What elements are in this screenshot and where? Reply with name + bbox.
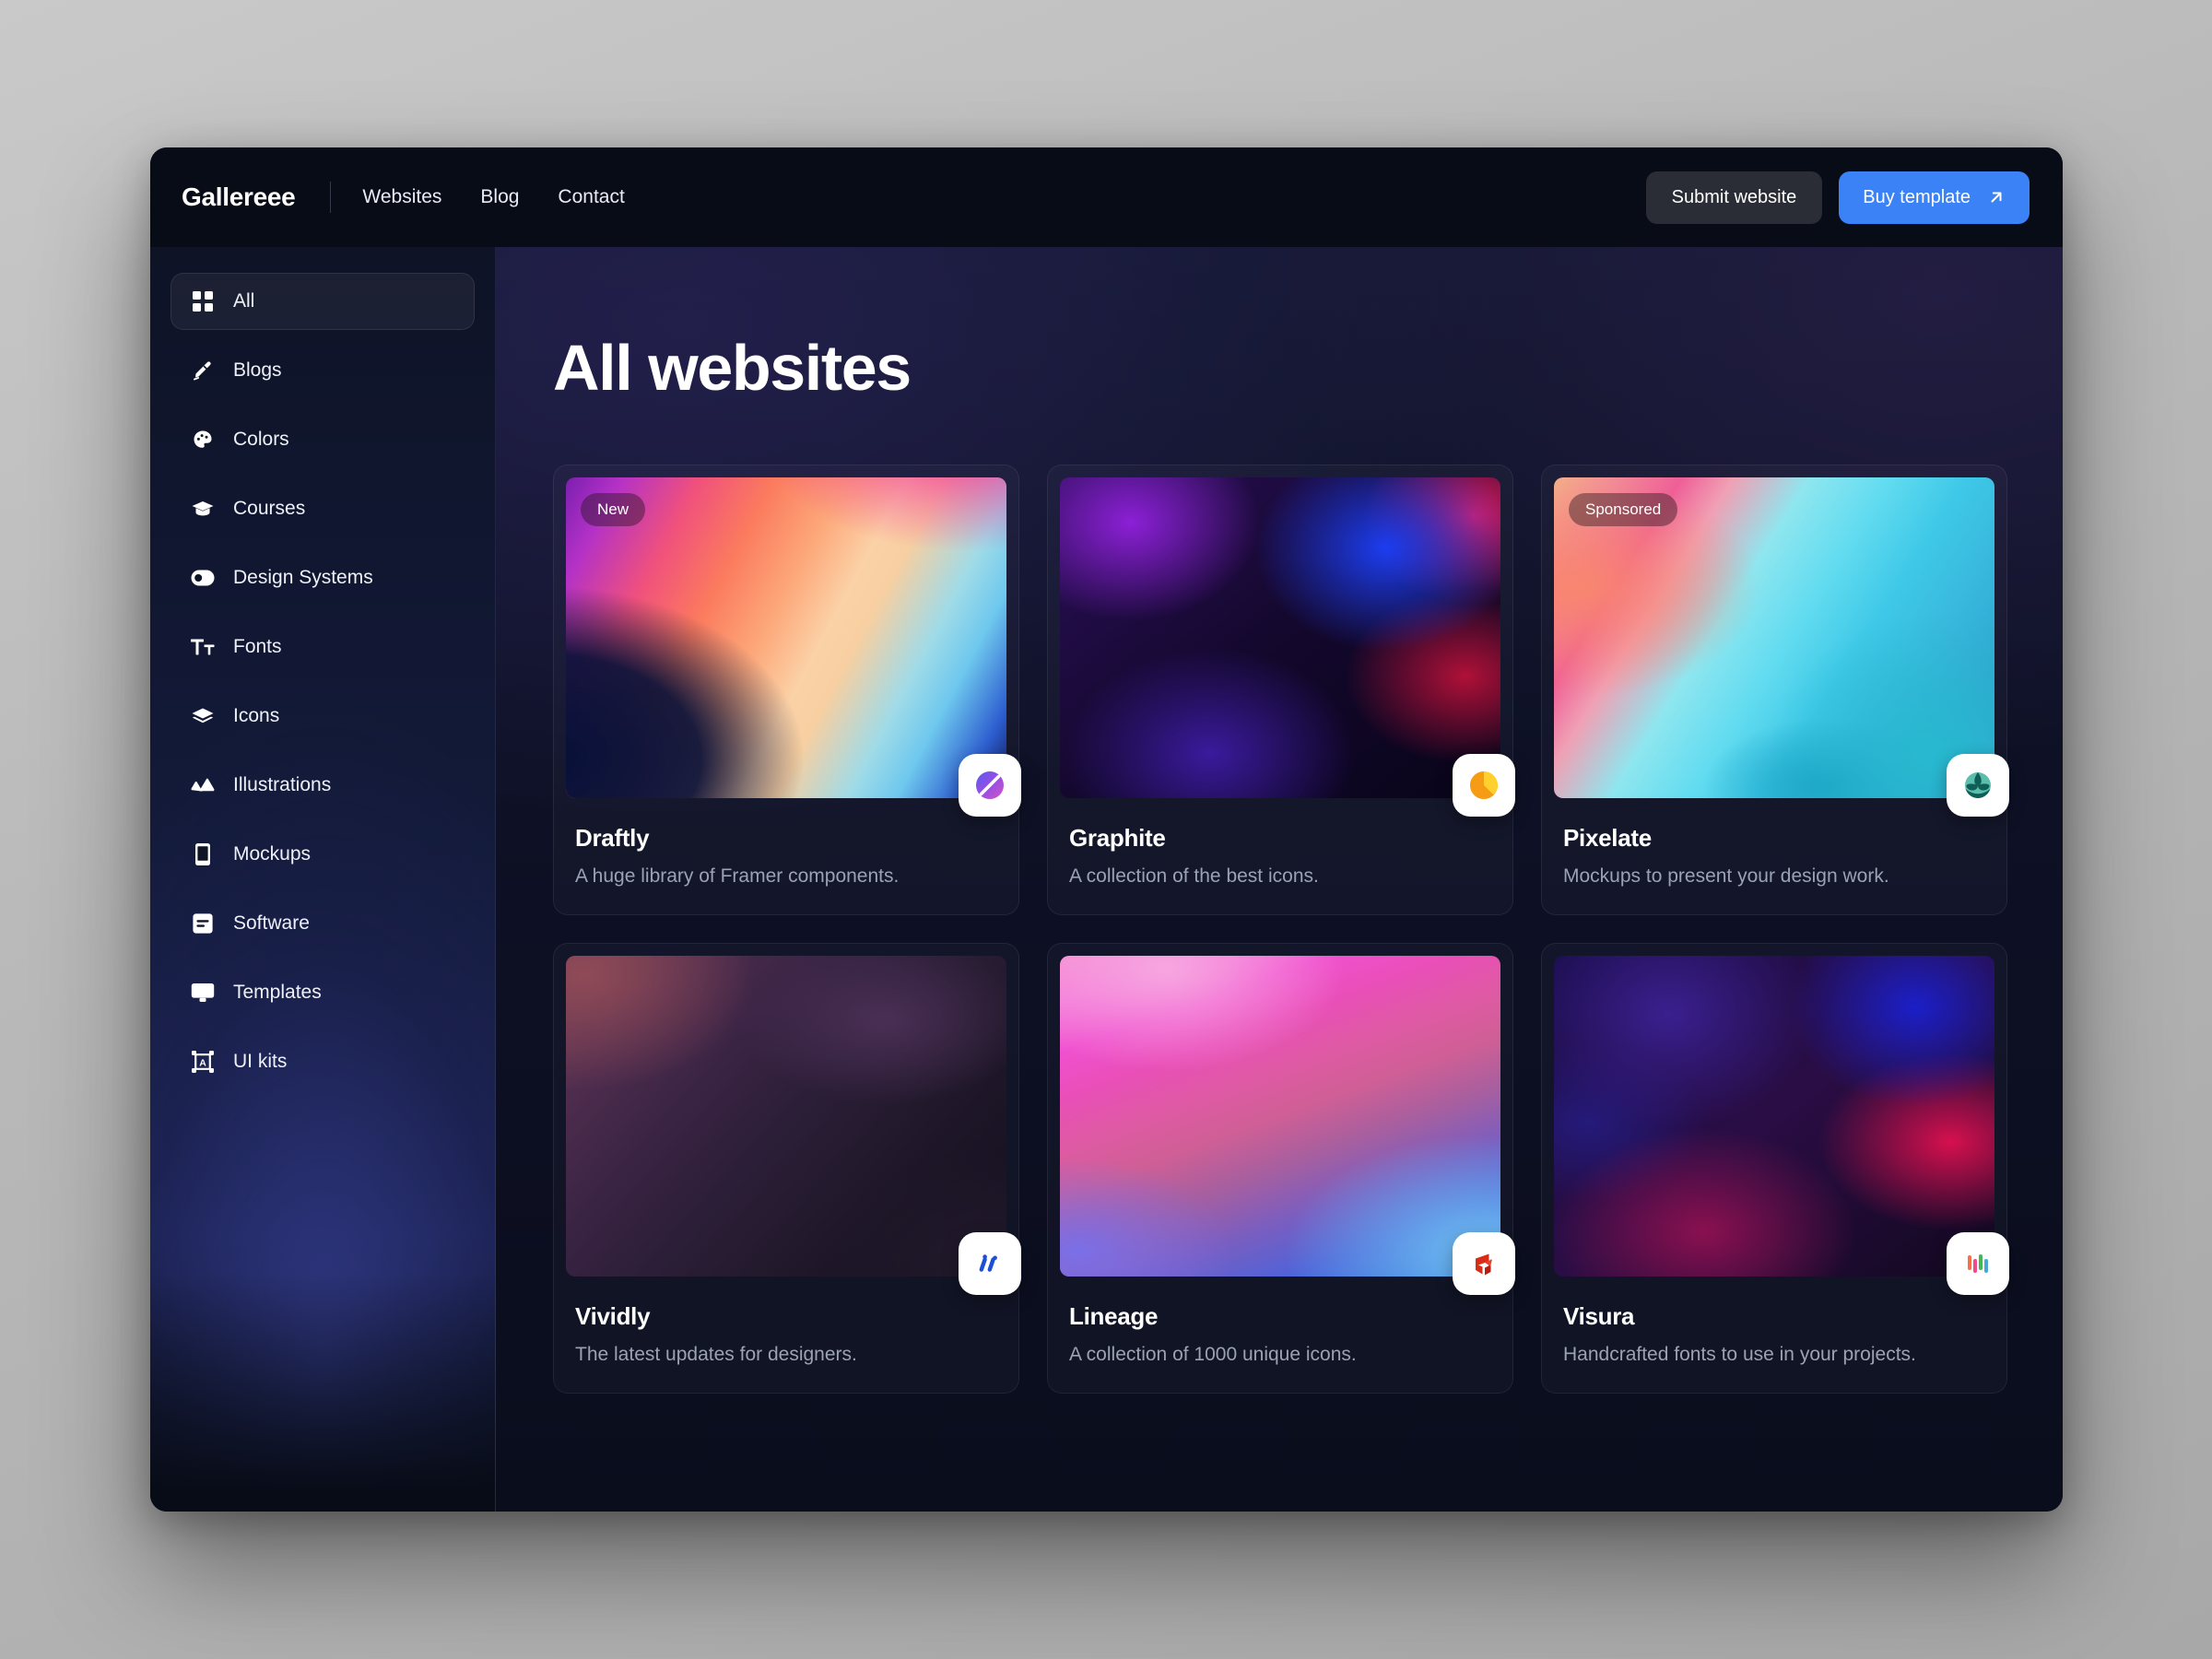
card-description: The latest updates for designers.: [575, 1344, 857, 1365]
website-card-grid: New Draftly A huge library of Framer com…: [553, 465, 2009, 1394]
card-title: Vividly: [575, 1302, 651, 1330]
nav-link-contact[interactable]: Contact: [558, 186, 624, 208]
text-size-icon: [191, 635, 215, 659]
nav-link-blog[interactable]: Blog: [480, 186, 519, 208]
nav-link-websites[interactable]: Websites: [362, 186, 441, 208]
website-card[interactable]: Graphite A collection of the best icons.: [1047, 465, 1515, 915]
graphite-logo-icon: [1453, 754, 1515, 817]
sidebar-item-label: Illustrations: [233, 774, 332, 795]
sidebar-item-label: UI kits: [233, 1051, 288, 1072]
page-title: All websites: [553, 332, 912, 404]
card-thumbnail: New: [566, 477, 1021, 817]
status-badge: Sponsored: [1569, 493, 1678, 526]
primary-nav: Websites Blog Contact: [362, 186, 624, 208]
card-title: Visura: [1563, 1302, 1635, 1330]
sidebar-item-blogs[interactable]: Blogs: [171, 342, 475, 399]
sidebar-item-label: Colors: [233, 429, 289, 450]
card-thumbnail: [1554, 956, 2009, 1295]
card-thumbnail: [1060, 956, 1515, 1295]
sidebar-item-label: Fonts: [233, 636, 282, 657]
card-body: Lineage A collection of 1000 unique icon…: [1060, 1277, 1500, 1394]
status-badge: New: [581, 493, 646, 526]
main-content: All websites New Draftly A huge library …: [496, 247, 2063, 1512]
graduation-cap-icon: [191, 497, 215, 521]
sidebar-item-label: Software: [233, 912, 310, 934]
card-thumbnail: [566, 956, 1021, 1295]
sidebar-item-mockups[interactable]: Mockups: [171, 826, 475, 883]
sidebar-item-design-systems[interactable]: Design Systems: [171, 549, 475, 606]
website-card[interactable]: Visura Handcrafted fonts to use in your …: [1541, 943, 2009, 1394]
card-description: A collection of 1000 unique icons.: [1069, 1344, 1357, 1365]
card-title: Graphite: [1069, 824, 1166, 852]
grid-icon: [191, 289, 215, 313]
lineage-logo-icon: [1453, 1232, 1515, 1295]
sidebar-item-templates[interactable]: Templates: [171, 964, 475, 1021]
sidebar-item-label: Mockups: [233, 843, 312, 865]
arrow-up-right-icon: [1987, 188, 2006, 206]
vividly-logo-icon: [959, 1232, 1021, 1295]
sidebar-item-illustrations[interactable]: Illustrations: [171, 757, 475, 814]
website-card[interactable]: New Draftly A huge library of Framer com…: [553, 465, 1021, 915]
buy-template-button[interactable]: Buy template: [1839, 171, 2030, 224]
submit-website-button[interactable]: Submit website: [1645, 171, 1823, 224]
card-description: Mockups to present your design work.: [1563, 865, 1889, 887]
card-thumbnail: Sponsored: [1554, 477, 2009, 817]
sidebar-item-fonts[interactable]: Fonts: [171, 618, 475, 676]
phone-icon: [191, 842, 215, 866]
sidebar-item-label: Blogs: [233, 359, 282, 381]
card-description: Handcrafted fonts to use in your project…: [1563, 1344, 1916, 1365]
palette-icon: [191, 428, 215, 452]
card-thumbnail: [1060, 477, 1515, 817]
sidebar-item-courses[interactable]: Courses: [171, 480, 475, 537]
pixelate-logo-icon: [1947, 754, 2009, 817]
card-body: Graphite A collection of the best icons.: [1060, 798, 1500, 915]
app-window: Gallereee Websites Blog Contact Submit w…: [150, 147, 2063, 1512]
sidebar-item-all[interactable]: All: [171, 273, 475, 330]
mountains-icon: [191, 773, 215, 797]
card-body: Visura Handcrafted fonts to use in your …: [1554, 1277, 1994, 1394]
sidebar: All Blogs Colors Courses Design Systems …: [150, 247, 496, 1512]
thumbnail-art: [566, 956, 1006, 1277]
sidebar-item-ui-kits[interactable]: A UI kits: [171, 1033, 475, 1090]
svg-text:A: A: [199, 1057, 206, 1068]
website-card[interactable]: Lineage A collection of 1000 unique icon…: [1047, 943, 1515, 1394]
sidebar-item-label: Courses: [233, 498, 306, 519]
card-body: Draftly A huge library of Framer compone…: [566, 798, 1006, 915]
sidebar-item-label: Icons: [233, 705, 280, 726]
card-body: Vividly The latest updates for designers…: [566, 1277, 1006, 1394]
card-title: Pixelate: [1563, 824, 1652, 852]
monitor-icon: [191, 981, 215, 1005]
card-description: A huge library of Framer components.: [575, 865, 900, 887]
card-body: Pixelate Mockups to present your design …: [1554, 798, 1994, 915]
card-title: Draftly: [575, 824, 650, 852]
visura-logo-icon: [1947, 1232, 2009, 1295]
card-title: Lineage: [1069, 1302, 1159, 1330]
layers-icon: [191, 704, 215, 728]
brand-logo[interactable]: Gallereee: [178, 182, 296, 212]
sidebar-item-label: Design Systems: [233, 567, 373, 588]
sidebar-item-label: Templates: [233, 982, 322, 1003]
thumbnail-art: [1554, 956, 1994, 1277]
pen-icon: [191, 359, 215, 382]
toggle-icon: [191, 566, 215, 590]
brand-divider: [330, 182, 332, 213]
thumbnail-art: [1060, 956, 1500, 1277]
frame-a-icon: A: [191, 1050, 215, 1074]
website-card[interactable]: Sponsored Pixelate Mockups to present yo…: [1541, 465, 2009, 915]
topbar-actions: Submit website Buy template: [1645, 171, 2030, 224]
sidebar-item-colors[interactable]: Colors: [171, 411, 475, 468]
sidebar-item-software[interactable]: Software: [171, 895, 475, 952]
top-navigation-bar: Gallereee Websites Blog Contact Submit w…: [150, 147, 2063, 247]
sidebar-item-icons[interactable]: Icons: [171, 688, 475, 745]
draftly-logo-icon: [959, 754, 1021, 817]
window-icon: [191, 912, 215, 935]
app-body: All Blogs Colors Courses Design Systems …: [150, 247, 2063, 1512]
card-description: A collection of the best icons.: [1069, 865, 1319, 887]
thumbnail-art: [1060, 477, 1500, 798]
website-card[interactable]: Vividly The latest updates for designers…: [553, 943, 1021, 1394]
sidebar-item-label: All: [233, 290, 255, 312]
buy-template-label: Buy template: [1863, 186, 1971, 207]
